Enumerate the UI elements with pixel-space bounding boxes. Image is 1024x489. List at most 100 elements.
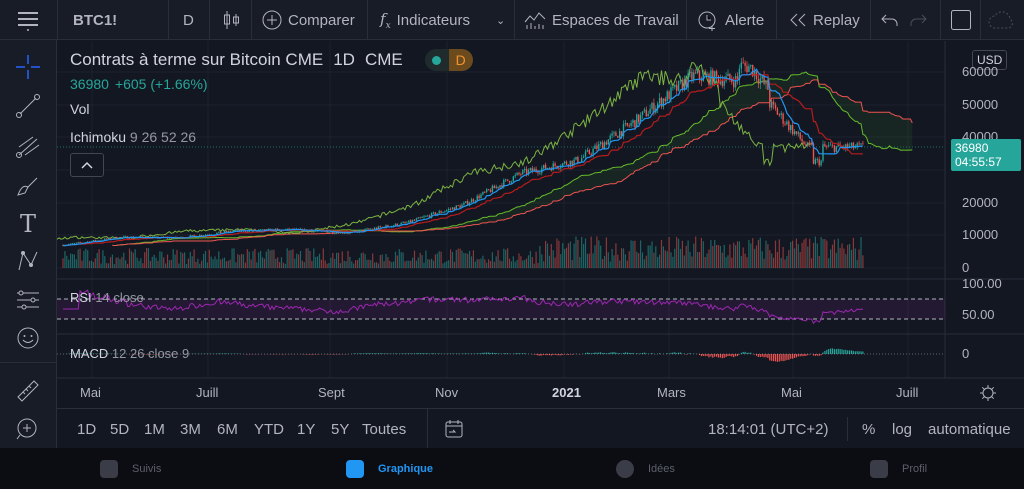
ichimoku-legend[interactable]: Ichimoku 9 26 52 26 <box>70 129 473 145</box>
candle-body <box>829 144 832 146</box>
candle-body <box>486 189 488 193</box>
volume-bar <box>408 260 410 268</box>
range-6m[interactable]: 6M <box>217 421 238 438</box>
candle-body <box>609 135 611 140</box>
clock-timezone[interactable]: 18:14:01 (UTC+2) <box>708 421 828 438</box>
volume-bar <box>442 263 444 268</box>
volume-bar <box>641 252 644 268</box>
candle-body <box>235 229 237 231</box>
volume-bar <box>816 243 818 268</box>
indicators-button[interactable]: fx Indicateurs <box>380 0 470 40</box>
emoji-tool[interactable] <box>14 324 42 352</box>
market-status-badge[interactable]: D <box>424 49 473 71</box>
symbol-button[interactable]: BTC1! <box>73 0 117 40</box>
candle-body <box>505 179 507 181</box>
pattern-tool[interactable] <box>14 247 42 275</box>
volume-bar <box>602 259 604 268</box>
volume-bar <box>431 258 433 268</box>
chart-settings-button[interactable] <box>979 384 997 407</box>
last-price: 36980 <box>70 76 109 92</box>
nav-graphique[interactable]: Graphique <box>346 460 433 478</box>
candle-body <box>828 145 830 147</box>
candle-body <box>613 132 615 134</box>
candle-body <box>748 66 750 73</box>
brush-tool[interactable] <box>14 172 42 200</box>
volume-bar <box>554 257 556 268</box>
alert-button[interactable]: Alerte <box>697 0 764 40</box>
candle-body <box>484 191 486 193</box>
candle-body <box>277 228 279 230</box>
range-1m[interactable]: 1M <box>144 421 165 438</box>
candle-body <box>510 181 513 183</box>
auto-scale-toggle[interactable]: automatique <box>928 421 1011 438</box>
volume-bar <box>379 254 381 268</box>
candle-body <box>598 143 600 150</box>
volume-bar <box>432 260 435 268</box>
text-tool[interactable]: T <box>14 210 42 238</box>
fullscreen-button[interactable] <box>950 0 972 40</box>
volume-bar <box>204 250 207 268</box>
pitchfork-tool[interactable] <box>14 132 42 160</box>
percent-toggle[interactable]: % <box>862 421 875 438</box>
range-toutes[interactable]: Toutes <box>362 421 406 438</box>
volume-bar <box>303 262 305 268</box>
zoom-tool[interactable] <box>14 415 42 443</box>
workspaces-button[interactable]: Espaces de Travail <box>524 0 679 40</box>
candle-body <box>328 232 330 233</box>
log-toggle[interactable]: log <box>892 421 912 438</box>
chevron-up-icon <box>81 161 93 169</box>
redo-button[interactable] <box>910 0 928 40</box>
volume-bar <box>729 244 731 268</box>
ruler-tool[interactable] <box>14 377 42 405</box>
volume-bar <box>237 254 239 268</box>
candle-body <box>824 144 826 147</box>
replay-button[interactable]: Replay <box>789 0 860 40</box>
range-5d[interactable]: 5D <box>110 421 129 438</box>
undo-icon <box>881 14 898 26</box>
candle-body <box>759 78 761 84</box>
indicator-templates-tool[interactable] <box>14 286 42 314</box>
interval-button[interactable]: D <box>183 0 194 40</box>
volume-legend[interactable]: Vol <box>70 101 473 117</box>
goto-date-button[interactable] <box>444 419 464 444</box>
range-5y[interactable]: 5Y <box>331 421 349 438</box>
nav-profil[interactable]: Profil <box>870 460 927 478</box>
range-1d[interactable]: 1D <box>77 421 96 438</box>
chart-type-button[interactable] <box>222 0 242 40</box>
gear-icon <box>980 385 996 401</box>
volume-bar <box>750 243 752 268</box>
undo-button[interactable] <box>880 0 898 40</box>
volume-bar <box>858 249 860 268</box>
candle-body <box>125 236 127 238</box>
volume-bar <box>134 249 136 268</box>
compare-button[interactable]: Comparer <box>262 0 355 40</box>
range-1y[interactable]: 1Y <box>297 421 315 438</box>
range-ytd[interactable]: YTD <box>254 421 284 438</box>
volume-bar <box>695 236 697 268</box>
cloud-icon <box>988 11 1013 29</box>
crosshair-tool[interactable] <box>14 53 42 81</box>
volume-bar <box>470 256 473 268</box>
candle-body <box>522 170 524 175</box>
chevron-down-icon[interactable]: ⌄ <box>496 0 505 40</box>
volume-bar <box>197 258 199 268</box>
candle-body <box>366 228 368 230</box>
nav-suivis[interactable]: Suivis <box>100 460 161 478</box>
menu-button[interactable] <box>16 0 40 40</box>
macd-legend[interactable]: MACD 12 26 close 9 <box>70 346 189 361</box>
volume-bar <box>767 244 769 268</box>
volume-bar <box>290 250 292 268</box>
volume-bar <box>425 250 427 268</box>
cloud-save-button[interactable] <box>988 0 1016 40</box>
candle-body <box>850 142 853 146</box>
volume-bar <box>605 237 607 268</box>
volume-bar <box>353 263 355 268</box>
profile-icon <box>870 460 888 478</box>
trendline-tool[interactable] <box>14 92 42 120</box>
range-3m[interactable]: 3M <box>180 421 201 438</box>
collapse-legend-button[interactable] <box>70 153 104 177</box>
rsi-legend[interactable]: RSI 14 close <box>70 290 144 305</box>
nav-idees[interactable]: Idées <box>616 460 675 478</box>
candle-body <box>495 186 497 189</box>
candle-body <box>425 216 427 217</box>
